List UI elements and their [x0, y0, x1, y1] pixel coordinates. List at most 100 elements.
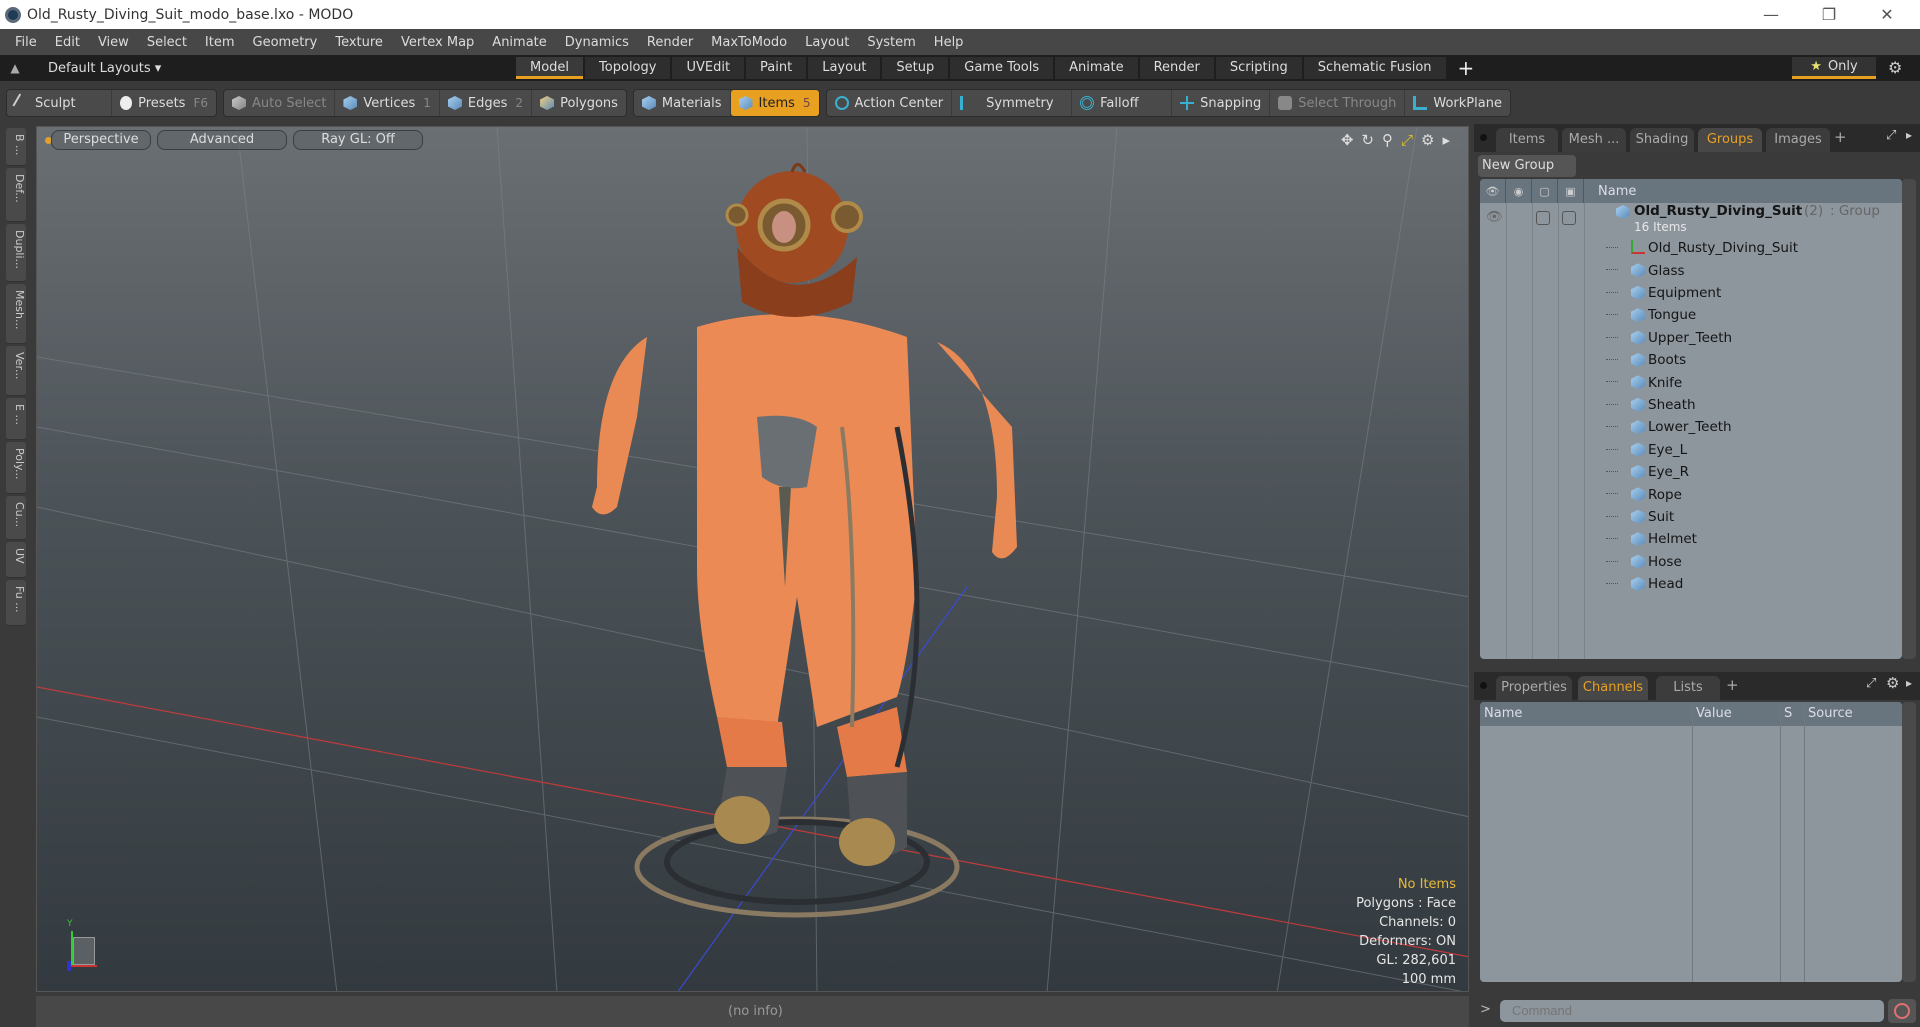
tree-item[interactable]: Old_Rusty_Diving_Suit — [1480, 237, 1902, 259]
tree-item[interactable]: Lower_Teeth — [1480, 416, 1902, 438]
add-tab-button[interactable]: + — [1834, 128, 1847, 146]
tree-item[interactable]: Eye_R — [1480, 461, 1902, 483]
3d-viewport[interactable]: Perspective Advanced Ray GL: Off ✥ ↻ ⚲ ⤢… — [36, 126, 1469, 992]
tree-item[interactable]: Boots — [1480, 349, 1902, 371]
record-macro-button[interactable] — [1888, 999, 1916, 1023]
tree-item[interactable]: Suit — [1480, 506, 1902, 528]
tab-channels[interactable]: Channels — [1578, 676, 1648, 700]
tree-item[interactable]: Helmet — [1480, 528, 1902, 550]
viewport-gear-icon[interactable]: ⚙ — [1421, 131, 1434, 149]
pan-icon[interactable]: ✥ — [1341, 131, 1354, 149]
menu-select[interactable]: Select — [138, 35, 196, 50]
tab-images[interactable]: Images — [1766, 128, 1830, 152]
panel-menu-dot[interactable] — [1480, 134, 1487, 141]
tree-item[interactable]: Sheath — [1480, 394, 1902, 416]
view-type-dropdown[interactable]: Perspective — [51, 130, 151, 150]
materials-button[interactable]: Materials — [634, 90, 731, 116]
action-center-button[interactable]: Action Center — [827, 90, 953, 116]
layout-tab-setup[interactable]: Setup — [882, 57, 949, 79]
tree-item[interactable]: Rope — [1480, 483, 1902, 505]
select-column-icon[interactable]: ▣ — [1558, 179, 1584, 203]
col-s[interactable]: S — [1784, 706, 1792, 721]
shading-dropdown[interactable]: Advanced — [157, 130, 287, 150]
tree-item[interactable]: Head — [1480, 573, 1902, 595]
raygl-dropdown[interactable]: Ray GL: Off — [293, 130, 423, 150]
tab-properties[interactable]: Properties — [1496, 676, 1572, 700]
maximize-icon[interactable]: ⤢ — [1401, 131, 1413, 149]
falloff-button[interactable]: Falloff — [1072, 90, 1173, 116]
menu-vertex-map[interactable]: Vertex Map — [392, 35, 483, 50]
vtab-basic[interactable]: B ... — [6, 128, 26, 166]
layout-tab-uvedit[interactable]: UVEdit — [672, 57, 745, 79]
menu-render[interactable]: Render — [638, 35, 702, 50]
panel-maximize-icon[interactable]: ⤢ — [1886, 128, 1896, 143]
add-channels-tab-button[interactable]: + — [1726, 676, 1739, 694]
col-source[interactable]: Source — [1808, 706, 1853, 721]
vtab-mesh[interactable]: Mesh... — [6, 284, 26, 344]
menu-help[interactable]: Help — [925, 35, 973, 50]
layout-tab-scripting[interactable]: Scripting — [1215, 57, 1302, 79]
vtab-vertex[interactable]: Ver... — [6, 346, 26, 396]
col-name[interactable]: Name — [1484, 706, 1522, 721]
menu-texture[interactable]: Texture — [326, 35, 392, 50]
command-input[interactable] — [1500, 1000, 1884, 1022]
menu-item[interactable]: Item — [196, 35, 244, 50]
vtab-polygon[interactable]: Poly... — [6, 442, 26, 494]
vtab-fusion[interactable]: Fu ... — [6, 580, 26, 626]
layout-tab-render[interactable]: Render — [1139, 57, 1214, 79]
workplane-button[interactable]: WorkPlane — [1405, 90, 1510, 116]
groups-scrollbar[interactable] — [1902, 179, 1916, 659]
channels-maximize-icon[interactable]: ⤢ — [1866, 676, 1876, 691]
layout-tab-schematic-fusion[interactable]: Schematic Fusion — [1303, 57, 1446, 79]
panel-arrow-icon[interactable]: ▸ — [1906, 128, 1912, 142]
menu-view[interactable]: View — [89, 35, 138, 50]
select-through-button[interactable]: Select Through — [1270, 90, 1406, 116]
tree-item[interactable]: Glass — [1480, 259, 1902, 281]
name-column-header[interactable]: Name — [1598, 184, 1636, 199]
channels-scrollbar[interactable] — [1902, 702, 1916, 982]
vtab-curve[interactable]: Cu... — [6, 496, 26, 540]
vtab-uv[interactable]: UV — [6, 542, 26, 578]
vtab-deform[interactable]: Def... — [6, 168, 26, 222]
tree-item[interactable]: Upper_Teeth — [1480, 327, 1902, 349]
menu-animate[interactable]: Animate — [483, 35, 555, 50]
group-lock-toggle[interactable] — [1536, 211, 1550, 225]
items-button[interactable]: Items 5 — [730, 90, 819, 116]
channels-arrow-icon[interactable]: ▸ — [1906, 676, 1912, 690]
tab-lists[interactable]: Lists — [1656, 676, 1720, 700]
tree-item[interactable]: Eye_L — [1480, 439, 1902, 461]
tab-shading[interactable]: Shading — [1630, 128, 1694, 152]
only-button[interactable]: ★ Only — [1792, 57, 1876, 79]
tree-item[interactable]: Knife — [1480, 371, 1902, 393]
edges-button[interactable]: Edges 2 — [440, 90, 533, 116]
layout-tab-game-tools[interactable]: Game Tools — [950, 57, 1054, 79]
channels-menu-dot[interactable] — [1480, 682, 1487, 689]
layout-tab-animate[interactable]: Animate — [1055, 57, 1138, 79]
new-group-button[interactable]: New Group — [1478, 155, 1576, 177]
layout-selector[interactable]: Default Layouts ▾ — [30, 61, 250, 76]
menu-layout[interactable]: Layout — [796, 35, 858, 50]
group-visibility-icon[interactable]: 👁 — [1486, 209, 1503, 225]
vertices-button[interactable]: Vertices 1 — [335, 90, 440, 116]
restore-button[interactable]: ❐ — [1800, 0, 1858, 29]
tab-mesh[interactable]: Mesh ... — [1562, 128, 1626, 152]
auto-select-button[interactable]: Auto Select — [224, 90, 336, 116]
layout-tab-topology[interactable]: Topology — [585, 57, 671, 79]
menu-file[interactable]: File — [6, 35, 46, 50]
tab-groups[interactable]: Groups — [1698, 128, 1762, 152]
sculpt-button[interactable]: Sculpt — [7, 90, 112, 116]
snapping-button[interactable]: Snapping — [1172, 90, 1271, 116]
rotate-icon[interactable]: ↻ — [1361, 131, 1374, 149]
gear-icon[interactable]: ⚙ — [1888, 58, 1902, 77]
zoom-icon[interactable]: ⚲ — [1382, 131, 1393, 149]
collapse-arrow-icon[interactable]: ▲ — [0, 61, 30, 75]
group-select-toggle[interactable] — [1562, 211, 1576, 225]
channels-gear-icon[interactable]: ⚙ — [1886, 674, 1899, 692]
minimize-button[interactable]: — — [1742, 0, 1800, 29]
vtab-edge[interactable]: E ... — [6, 398, 26, 440]
tab-items[interactable]: Items — [1496, 128, 1558, 152]
menu-system[interactable]: System — [858, 35, 924, 50]
visibility-column-icon[interactable]: 👁 — [1480, 179, 1506, 203]
add-layout-button[interactable]: + — [1448, 57, 1485, 79]
tree-item[interactable]: Hose — [1480, 551, 1902, 573]
